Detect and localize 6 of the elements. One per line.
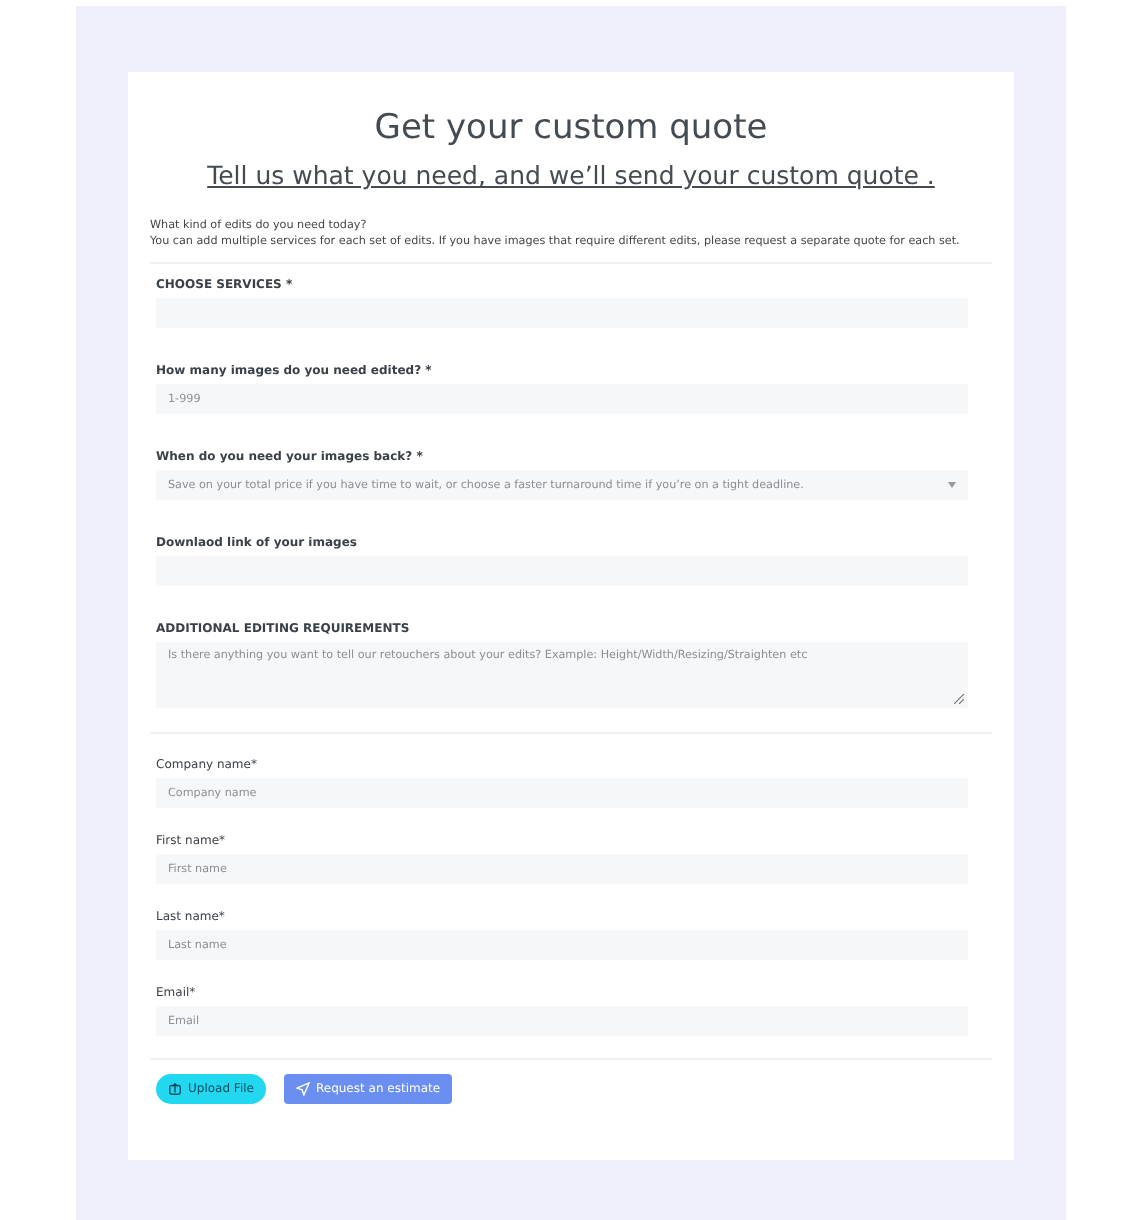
send-icon (295, 1082, 310, 1096)
caret-icon (948, 482, 956, 488)
upload-icon (168, 1082, 182, 1096)
resize-icon (954, 694, 964, 704)
form-subtitle: Tell us what you need, and we’ll send your custom quote . (205, 160, 937, 190)
form-title: Get your custom quote (372, 108, 770, 148)
